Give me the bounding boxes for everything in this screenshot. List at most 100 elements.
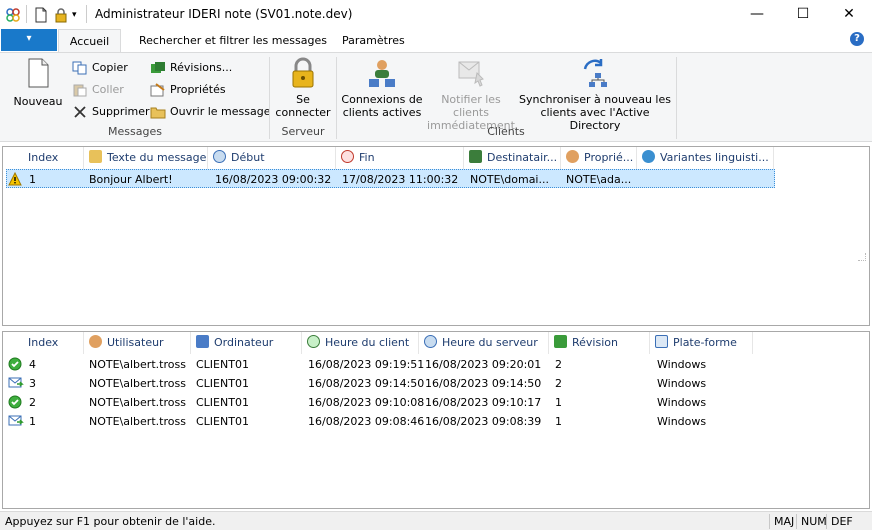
- owner-icon: [566, 150, 579, 163]
- properties-icon: [150, 83, 166, 97]
- new-document-quick-icon[interactable]: [33, 7, 49, 23]
- coller-button[interactable]: Coller: [72, 80, 124, 100]
- notifier-clients-button[interactable]: Notifier les clients immédiatement: [423, 57, 519, 132]
- copier-button[interactable]: Copier: [72, 58, 128, 78]
- title-separator: [26, 5, 27, 23]
- column-index[interactable]: Index: [24, 147, 84, 169]
- receipt-revision: 2: [555, 358, 562, 371]
- group-separator: [269, 57, 270, 139]
- close-button[interactable]: ✕: [826, 0, 872, 29]
- clock-start-icon: [213, 150, 226, 163]
- column-variantes-label: Variantes linguisti...: [660, 151, 769, 164]
- receipt-platform: Windows: [657, 358, 707, 371]
- receipt-revision: 1: [555, 396, 562, 409]
- column-fin-label: Fin: [359, 151, 375, 164]
- revisions-icon: [150, 61, 166, 75]
- column-heure-client[interactable]: Heure du client: [303, 332, 419, 354]
- connexions-label-1: Connexions de: [341, 93, 423, 106]
- receipt-user: NOTE\albert.tross: [89, 415, 186, 428]
- received-envelope-icon: [8, 374, 24, 393]
- receipt-server-time: 16/08/2023 09:10:17: [425, 396, 542, 409]
- receipt-index: 2: [29, 396, 36, 409]
- column-text-label: Texte du message: [107, 151, 207, 164]
- sync-directory-icon: [579, 57, 611, 89]
- connect-label-2: connecter: [275, 106, 331, 119]
- column-plateforme-label: Plate-forme: [673, 336, 737, 349]
- column-destinataires-label: Destinatair...: [487, 151, 558, 164]
- column-heure-serveur[interactable]: Heure du serveur: [420, 332, 549, 354]
- receipt-user: NOTE\albert.tross: [89, 377, 186, 390]
- platform-icon: [655, 335, 668, 348]
- column-variantes[interactable]: Variantes linguisti...: [638, 147, 774, 169]
- ribbon-tabs: ▾ Accueil Rechercher et filtrer les mess…: [0, 29, 872, 53]
- receipt-index: 3: [29, 377, 36, 390]
- synchroniser-ad-button[interactable]: Synchroniser à nouveau les clients avec …: [519, 57, 671, 132]
- maximize-button[interactable]: ☐: [780, 0, 826, 29]
- supprimer-button[interactable]: Supprimer: [72, 102, 150, 122]
- receipt-platform: Windows: [657, 396, 707, 409]
- column-revision[interactable]: Révision: [550, 332, 650, 354]
- tab-accueil[interactable]: Accueil: [58, 29, 121, 53]
- status-bar: Appuyez sur F1 pour obtenir de l'aide. M…: [0, 511, 872, 530]
- user-icon: [89, 335, 102, 348]
- file-menu-button[interactable]: ▾: [1, 29, 57, 51]
- ouvrir-message-button[interactable]: Ouvrir le message: [150, 102, 271, 122]
- ribbon-panel: Nouveau Copier Coller Supprimer Révision…: [0, 52, 872, 142]
- column-ordinateur[interactable]: Ordinateur: [192, 332, 302, 354]
- caps-indicator: MAJ: [769, 514, 798, 529]
- proprietes-button[interactable]: Propriétés: [150, 80, 226, 100]
- client-clock-icon: [307, 335, 320, 348]
- column-utilisateur[interactable]: Utilisateur: [85, 332, 191, 354]
- coller-label: Coller: [92, 83, 124, 96]
- ouvrir-label: Ouvrir le message: [170, 105, 271, 118]
- clock-end-icon: [341, 150, 354, 163]
- group-label-messages: Messages: [108, 125, 162, 138]
- minimize-button[interactable]: —: [734, 0, 780, 29]
- tab-parametres[interactable]: Paramètres: [334, 29, 413, 52]
- receipt-server-time: 16/08/2023 09:14:50: [425, 377, 542, 390]
- column-proprietaire[interactable]: Proprié...: [562, 147, 637, 169]
- revisions-button[interactable]: Révisions...: [150, 58, 232, 78]
- help-icon[interactable]: ?: [850, 32, 864, 46]
- column-plateforme[interactable]: Plate-forme: [651, 332, 753, 354]
- nouveau-label: Nouveau: [13, 95, 63, 108]
- notifier-label-1: Notifier les clients: [441, 93, 501, 119]
- lock-quick-icon[interactable]: [53, 7, 69, 23]
- column-heure-serveur-label: Heure du serveur: [442, 336, 538, 349]
- sync-label-1: Synchroniser à nouveau les: [519, 93, 671, 106]
- tab-rechercher[interactable]: Rechercher et filtrer les messages: [131, 29, 335, 52]
- revisions-label: Révisions...: [170, 61, 233, 74]
- column-heure-client-label: Heure du client: [325, 336, 410, 349]
- receipts-list[interactable]: Index Utilisateur Ordinateur Heure du cl…: [2, 331, 870, 509]
- column-texte-message[interactable]: Texte du message: [85, 147, 208, 169]
- message-owner: NOTE\ada...: [566, 173, 632, 186]
- receipt-index: 1: [29, 415, 36, 428]
- delete-icon: [72, 105, 88, 119]
- receipt-revision: 1: [555, 415, 562, 428]
- client-connections-icon: [366, 57, 398, 89]
- notify-clients-icon: [455, 57, 487, 89]
- receipt-platform: Windows: [657, 377, 707, 390]
- receipt-computer: CLIENT01: [196, 415, 249, 428]
- messages-list[interactable]: Index Texte du message Début Fin Destina…: [2, 146, 870, 326]
- group-separator: [336, 57, 337, 139]
- proprietes-label: Propriétés: [170, 83, 226, 96]
- connexions-clients-button[interactable]: Connexions de clients actives: [341, 57, 423, 119]
- open-folder-icon: [150, 105, 166, 119]
- se-connecter-button[interactable]: Se connecter: [274, 57, 332, 119]
- receipt-client-time: 16/08/2023 09:10:08: [308, 396, 425, 409]
- connexions-label-2: clients actives: [342, 106, 422, 119]
- column-debut[interactable]: Début: [209, 147, 336, 169]
- message-text: Bonjour Albert!: [89, 173, 173, 186]
- title-separator-2: [86, 5, 87, 23]
- message-recipients: NOTE\domai...: [470, 173, 549, 186]
- receipt-platform: Windows: [657, 415, 707, 428]
- sync-label-2: clients avec l'Active Directory: [540, 106, 650, 132]
- receipt-index: 4: [29, 358, 36, 371]
- column-fin[interactable]: Fin: [337, 147, 464, 169]
- nouveau-button[interactable]: Nouveau: [10, 57, 66, 108]
- padlock-icon: [287, 57, 319, 89]
- column-utilisateur-label: Utilisateur: [107, 336, 164, 349]
- column-index[interactable]: Index: [24, 332, 84, 354]
- column-destinataires[interactable]: Destinatair...: [465, 147, 561, 169]
